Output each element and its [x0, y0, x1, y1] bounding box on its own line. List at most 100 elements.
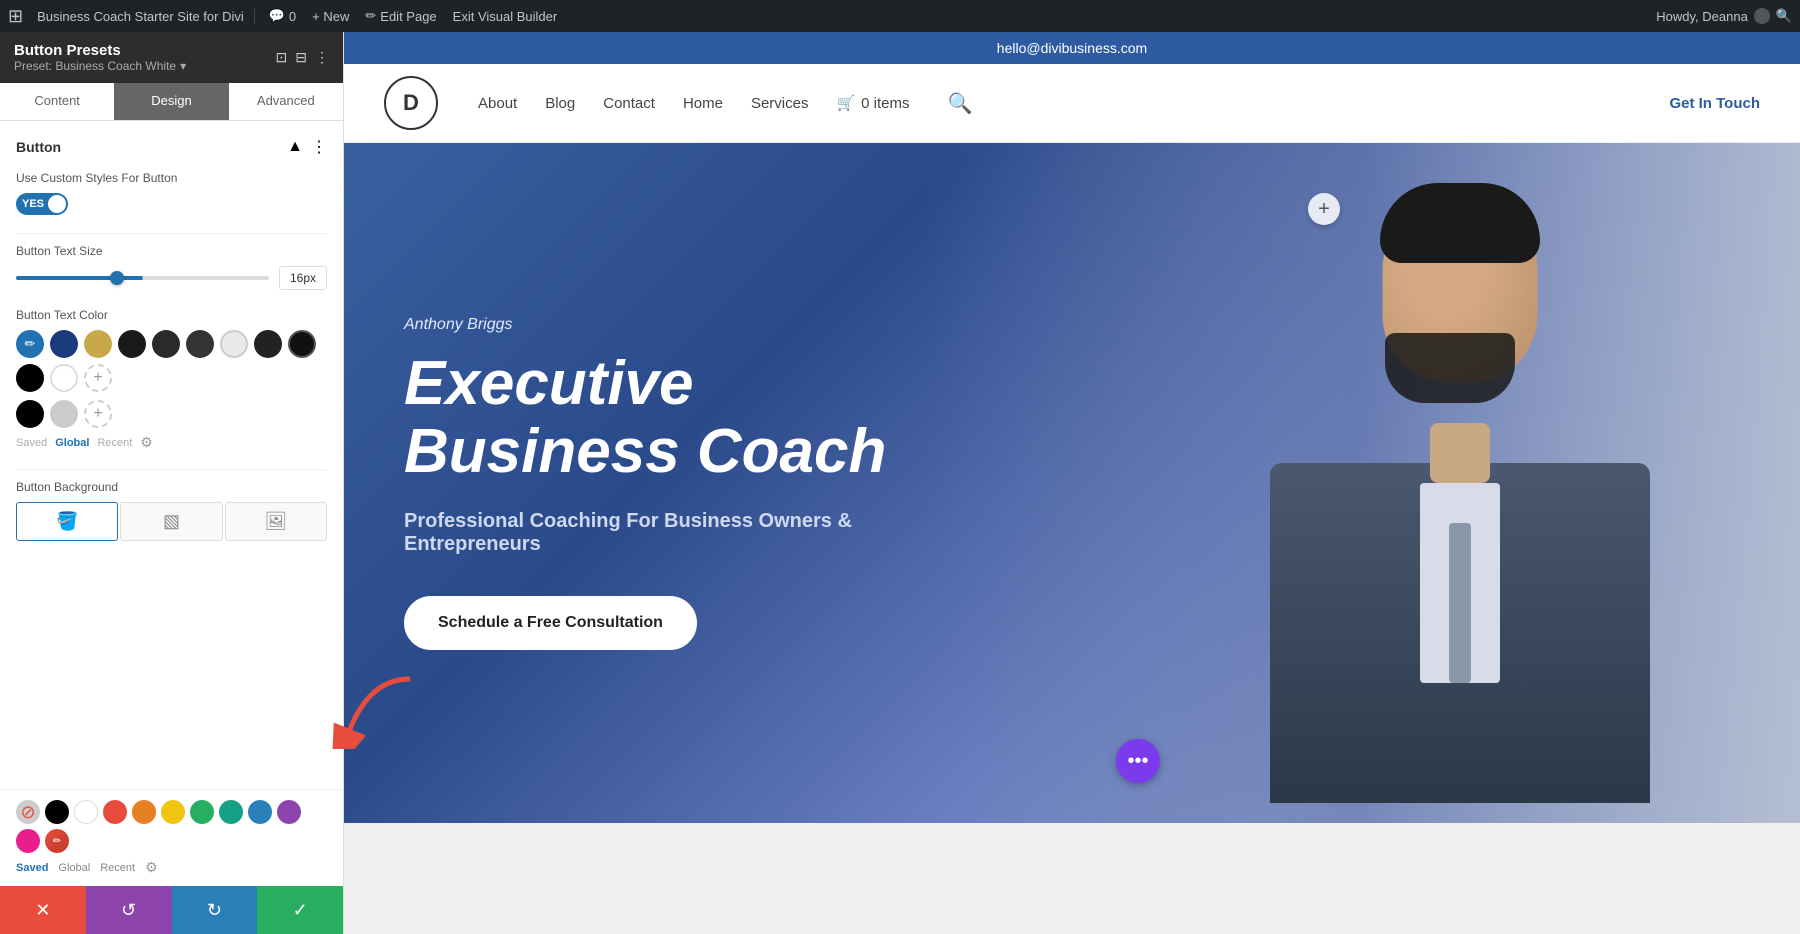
text-size-label: Button Text Size [16, 244, 327, 258]
blue-swatch[interactable] [248, 800, 272, 824]
nav-contact[interactable]: Contact [603, 95, 655, 112]
swatch-dark3[interactable] [186, 330, 214, 358]
site-nav: D About Blog Contact Home Services 🛒 0 i… [344, 64, 1800, 143]
add-element-button[interactable]: + [1308, 193, 1340, 225]
cancel-icon: ✕ [35, 900, 50, 921]
swatch-dark-circle[interactable] [254, 330, 282, 358]
columns-icon[interactable]: ⊟ [295, 49, 307, 66]
undo-button[interactable]: ↺ [86, 886, 172, 934]
global-label[interactable]: Global [55, 437, 89, 449]
more-options-hero-button[interactable]: ••• [1116, 739, 1160, 783]
custom-styles-toggle[interactable]: YES [16, 193, 68, 215]
global-bottom-label: Global [58, 862, 90, 874]
divider2 [16, 469, 327, 470]
section-title: Button [16, 139, 61, 155]
tab-content[interactable]: Content [0, 83, 114, 120]
pencil-icon: ✏ [365, 8, 376, 24]
nav-about[interactable]: About [478, 95, 517, 112]
text-color-swatches: ✏ + [16, 330, 327, 392]
new-post-button[interactable]: + New [304, 9, 357, 24]
bottom-settings-icon[interactable]: ⚙ [145, 859, 158, 876]
purple-swatch[interactable] [277, 800, 301, 824]
black-swatch[interactable] [45, 800, 69, 824]
tab-design[interactable]: Design [114, 83, 228, 120]
main-content: hello@divibusiness.com D About Blog Cont… [344, 32, 1800, 934]
recent-bottom-label: Recent [100, 862, 135, 874]
bottom-swatches: ⊘ ✏ [16, 800, 327, 853]
pen-swatch[interactable]: ✏ [45, 829, 69, 853]
exit-visual-builder-button[interactable]: Exit Visual Builder [445, 9, 566, 24]
text-size-field: Button Text Size 16px [16, 244, 327, 290]
custom-styles-label: Use Custom Styles For Button [16, 171, 327, 185]
swatch-black[interactable] [16, 364, 44, 392]
site-logo[interactable]: D [384, 76, 438, 130]
color-settings-icon[interactable]: ⚙ [140, 434, 153, 451]
comments-link[interactable]: 💬 0 [261, 8, 304, 24]
swatch-black2[interactable] [16, 400, 44, 428]
hero-cta-button[interactable]: Schedule a Free Consultation [404, 596, 697, 650]
nav-home[interactable]: Home [683, 95, 723, 112]
swatch-gold[interactable] [84, 330, 112, 358]
yellow-swatch[interactable] [161, 800, 185, 824]
red-swatch[interactable] [103, 800, 127, 824]
expand-icon[interactable]: ▲ [287, 138, 303, 156]
undo-icon: ↺ [121, 900, 136, 921]
slider-thumb [110, 271, 124, 285]
bg-tab-fill[interactable]: 🪣 [16, 502, 118, 541]
wp-logo-icon[interactable]: ⊞ [8, 6, 23, 27]
chevron-down-icon: ▾ [180, 59, 186, 73]
user-account-menu[interactable]: Howdy, Deanna 🔍 [1656, 8, 1792, 24]
save-icon: ✓ [293, 900, 308, 921]
site-name[interactable]: Business Coach Starter Site for Divi [27, 9, 255, 24]
swatch-white[interactable] [50, 364, 78, 392]
preset-label[interactable]: Preset: Business Coach White ▾ [14, 59, 186, 73]
green-swatch[interactable] [190, 800, 214, 824]
hero-title: Executive Business Coach [404, 350, 964, 486]
slider-value[interactable]: 16px [279, 266, 327, 290]
search-icon[interactable]: 🔍 [1776, 8, 1792, 24]
no-color-swatch[interactable]: ⊘ [16, 800, 40, 824]
add-color-button2[interactable]: + [84, 400, 112, 428]
avatar [1754, 8, 1770, 24]
search-nav-icon[interactable]: 🔍 [948, 91, 973, 116]
teal-swatch[interactable] [219, 800, 243, 824]
pink-swatch[interactable] [16, 829, 40, 853]
cancel-button[interactable]: ✕ [0, 886, 86, 934]
swatch-gray[interactable] [50, 400, 78, 428]
edit-page-link[interactable]: ✏ Edit Page [357, 8, 444, 24]
bottom-labels-row: Saved Global Recent ⚙ [16, 859, 327, 876]
bg-tab-image[interactable]: 🖼 [225, 502, 327, 541]
section-more-icon[interactable]: ⋮ [311, 137, 327, 157]
panel-header: Button Presets Preset: Business Coach Wh… [0, 32, 343, 83]
wp-admin-bar: ⊞ Business Coach Starter Site for Divi 💬… [0, 0, 1800, 32]
bottom-action-bar: ✕ ↺ ↻ ✓ [0, 886, 343, 934]
swatch-light[interactable] [220, 330, 248, 358]
text-size-slider[interactable] [16, 276, 269, 280]
background-label: Button Background [16, 480, 327, 494]
nav-services[interactable]: Services [751, 95, 809, 112]
bg-tab-gradient[interactable]: ▧ [120, 502, 222, 541]
nav-cta[interactable]: Get In Touch [1669, 95, 1760, 112]
redo-button[interactable]: ↻ [172, 886, 258, 934]
white-swatch[interactable] [74, 800, 98, 824]
left-panel: Button Presets Preset: Business Coach Wh… [0, 32, 344, 934]
swatch-dark2[interactable] [152, 330, 180, 358]
add-color-button[interactable]: + [84, 364, 112, 392]
nav-cart[interactable]: 🛒 0 items [836, 94, 909, 112]
tab-advanced[interactable]: Advanced [229, 83, 343, 120]
panel-title: Button Presets [14, 42, 186, 59]
orange-swatch[interactable] [132, 800, 156, 824]
viewport-icon[interactable]: ⊡ [276, 49, 288, 66]
background-field: Button Background 🪣 ▧ 🖼 [16, 480, 327, 541]
swatch-dark-blue[interactable] [50, 330, 78, 358]
hero-description: Professional Coaching For Business Owner… [404, 510, 964, 556]
nav-links: About Blog Contact Home Services 🛒 0 ite… [478, 91, 972, 116]
more-options-icon[interactable]: ⋮ [315, 49, 329, 66]
save-button[interactable]: ✓ [257, 886, 343, 934]
swatch-blue-pen[interactable]: ✏ [16, 330, 44, 358]
swatch-dark1[interactable] [118, 330, 146, 358]
nav-blog[interactable]: Blog [545, 95, 575, 112]
cart-icon: 🛒 [836, 94, 855, 112]
email-link[interactable]: hello@divibusiness.com [997, 40, 1147, 56]
swatch-dark-outline[interactable] [288, 330, 316, 358]
